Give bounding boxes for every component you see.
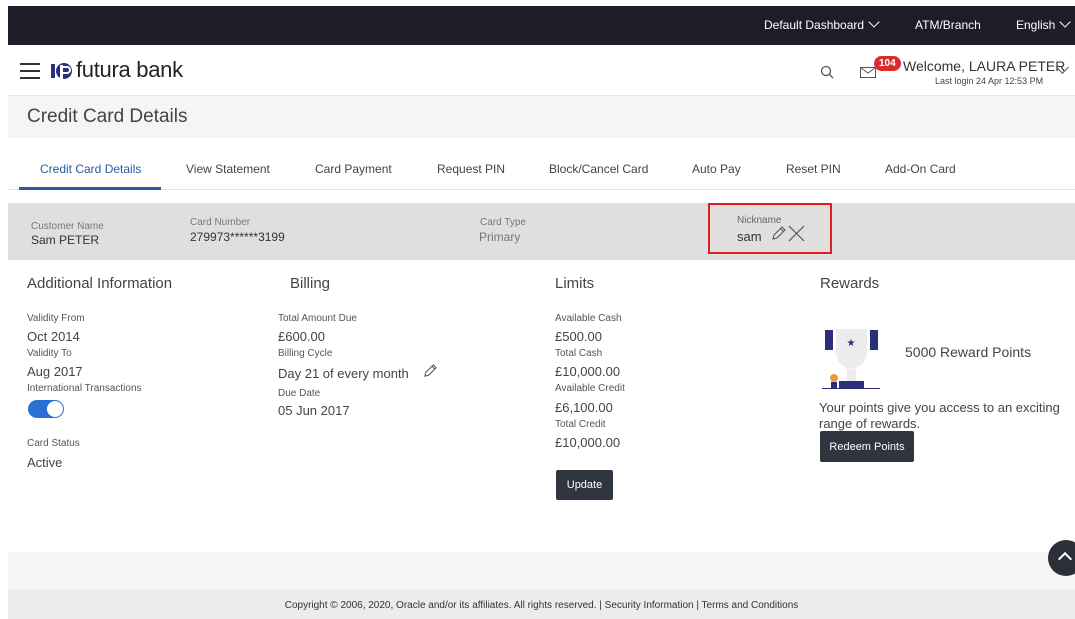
tab-reset-pin[interactable]: Reset PIN	[786, 162, 841, 176]
international-transactions-label: International Transactions	[27, 383, 142, 394]
nickname-value: sam	[737, 229, 762, 244]
language-selector[interactable]: English	[1016, 16, 1072, 32]
app-header: futura bank 104 Welcome, LAURA PETER Las…	[8, 45, 1075, 96]
tab-auto-pay[interactable]: Auto Pay	[692, 162, 741, 176]
last-login-text: Last login 24 Apr 12:53 PM	[935, 76, 1044, 86]
reward-points: 5000 Reward Points	[905, 344, 1032, 360]
redeem-points-button[interactable]: Redeem Points	[820, 431, 914, 462]
available-cash-label: Available Cash	[555, 313, 622, 324]
card-type-value: Primary	[479, 230, 521, 244]
total-amount-due-label: Total Amount Due	[278, 313, 357, 324]
trophy-icon: ★	[822, 329, 880, 389]
pencil-icon[interactable]	[770, 225, 787, 242]
total-cash-value: £10,000.00	[555, 364, 621, 379]
additional-info-heading: Additional Information	[27, 275, 173, 292]
active-tab-indicator	[19, 187, 161, 190]
billing-cycle-label: Billing Cycle	[278, 348, 333, 359]
customer-name-label: Customer Name	[31, 221, 104, 232]
tab-bar: Credit Card Details View Statement Card …	[8, 138, 1075, 190]
available-credit-value: £6,100.00	[555, 400, 613, 415]
app-frame: Default Dashboard ATM/Branch English fut…	[8, 6, 1075, 619]
atm-branch-link[interactable]: ATM/Branch	[915, 18, 981, 32]
chevron-down-icon	[868, 16, 880, 28]
due-date-label: Due Date	[278, 388, 321, 399]
chevron-up-icon	[1057, 551, 1073, 567]
language-label: English	[1016, 18, 1056, 32]
title-band: Credit Card Details	[8, 96, 1075, 138]
customer-name-value: Sam PETER	[31, 233, 100, 247]
top-bar: Default Dashboard ATM/Branch English	[8, 6, 1075, 45]
tab-add-on-card[interactable]: Add-On Card	[885, 162, 956, 176]
available-credit-label: Available Credit	[555, 383, 625, 394]
rewards-heading: Rewards	[820, 275, 880, 292]
dashboard-selector[interactable]: Default Dashboard	[764, 16, 880, 32]
notification-badge[interactable]: 104	[874, 56, 901, 71]
tab-credit-card-details[interactable]: Credit Card Details	[40, 162, 141, 176]
card-number-value: 279973******3199	[190, 230, 285, 244]
bank-logo-icon	[51, 63, 72, 81]
menu-icon[interactable]	[20, 63, 40, 79]
total-amount-due-value: £600.00	[278, 329, 325, 344]
billing-cycle-value: Day 21 of every month	[278, 366, 409, 381]
dashboard-label: Default Dashboard	[764, 18, 865, 32]
mail-icon[interactable]	[860, 67, 876, 78]
card-status-label: Card Status	[27, 438, 80, 449]
toggle-knob	[47, 401, 63, 417]
tab-request-pin[interactable]: Request PIN	[437, 162, 505, 176]
nickname-edit-box: Nickname sam	[708, 203, 832, 254]
brand-name[interactable]: futura bank	[76, 57, 183, 83]
tab-card-payment[interactable]: Card Payment	[315, 162, 392, 176]
footer-band	[8, 552, 1075, 590]
due-date-value: 05 Jun 2017	[278, 403, 350, 418]
card-number-label: Card Number	[190, 217, 251, 228]
tab-block-cancel-card[interactable]: Block/Cancel Card	[549, 162, 648, 176]
total-credit-value: £10,000.00	[555, 435, 621, 450]
welcome-text[interactable]: Welcome, LAURA PETER	[903, 58, 1065, 74]
billing-heading: Billing	[290, 275, 331, 292]
chevron-down-icon	[1059, 16, 1072, 28]
svg-text:★: ★	[847, 338, 856, 349]
search-icon[interactable]	[820, 65, 834, 79]
validity-from-value: Oct 2014	[27, 329, 80, 344]
edit-billing-cycle-icon[interactable]	[422, 363, 438, 379]
tab-view-statement[interactable]: View Statement	[186, 162, 270, 176]
update-button[interactable]: Update	[556, 470, 613, 500]
available-cash-value: £500.00	[555, 329, 602, 344]
limits-heading: Limits	[555, 275, 595, 292]
rewards-description: Your points give you access to an exciti…	[819, 400, 1060, 431]
validity-to-label: Validity To	[27, 348, 72, 359]
card-status-value: Active	[27, 455, 63, 470]
total-cash-label: Total Cash	[555, 348, 603, 359]
card-type-label: Card Type	[480, 217, 526, 228]
copyright-footer: Copyright © 2006, 2020, Oracle and/or it…	[8, 590, 1075, 619]
close-icon[interactable]	[788, 225, 805, 242]
page-title: Credit Card Details	[27, 106, 188, 127]
international-transactions-toggle[interactable]	[28, 400, 64, 418]
card-summary: Customer Name Sam PETER Card Number 2799…	[8, 203, 1075, 260]
validity-from-label: Validity From	[27, 313, 85, 324]
validity-to-value: Aug 2017	[27, 364, 83, 379]
total-credit-label: Total Credit	[555, 419, 606, 430]
